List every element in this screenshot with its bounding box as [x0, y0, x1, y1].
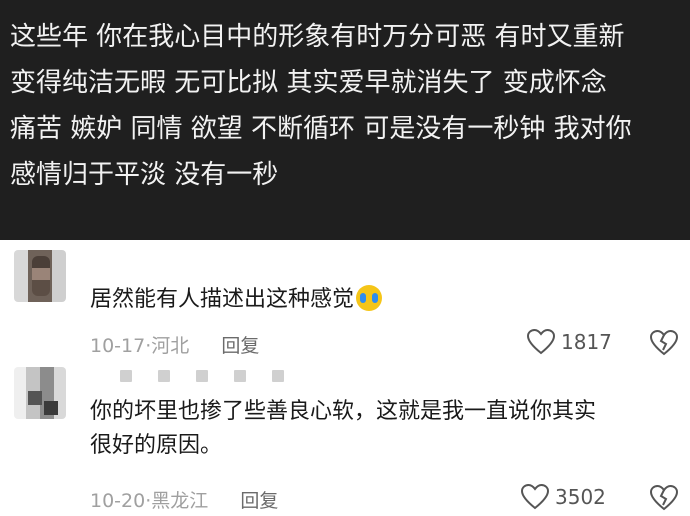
comment-item: 你的坏里也掺了些善良心软，这就是我一直说你其实 很好的原因。 10-20·黑龙江… [0, 365, 690, 516]
comment-location: 黑龙江 [151, 490, 209, 512]
crying-face-emoji-icon [356, 285, 383, 311]
comment-item: 居然能有人描述出这种感觉 10-17·河北 回复 1817 [0, 240, 690, 365]
blurred-username [120, 367, 310, 386]
comment-location: 河北 [151, 335, 190, 357]
like-count: 3502 [555, 485, 606, 509]
comment-body: 居然能有人描述出这种感觉 [90, 287, 355, 312]
reply-button[interactable]: 回复 [240, 490, 278, 512]
like-button[interactable]: 1817 [527, 329, 612, 355]
heart-icon [527, 329, 555, 355]
comment-text: 居然能有人描述出这种感觉 [90, 283, 383, 317]
comment-meta: 10-17·河北 回复 [90, 331, 259, 358]
avatar[interactable] [14, 367, 66, 419]
broken-heart-icon [649, 329, 679, 356]
avatar[interactable] [14, 250, 66, 302]
comment-date: 10-20 [90, 490, 146, 512]
like-button[interactable]: 3502 [521, 484, 606, 510]
heart-icon [521, 484, 549, 510]
broken-heart-icon [649, 484, 679, 511]
reply-button[interactable]: 回复 [221, 335, 259, 357]
post-text: 这些年 你在我心目中的形象有时万分可恶 有时又重新 变得纯洁无暇 无可比拟 其实… [10, 22, 632, 190]
comment-date: 10-17 [90, 335, 146, 357]
dislike-button[interactable] [649, 329, 679, 360]
comment-meta: 10-20·黑龙江 回复 [90, 486, 278, 513]
post-card: 这些年 你在我心目中的形象有时万分可恶 有时又重新 变得纯洁无暇 无可比拟 其实… [0, 0, 690, 240]
like-count: 1817 [561, 330, 612, 354]
comment-text: 你的坏里也掺了些善良心软，这就是我一直说你其实 很好的原因。 [90, 399, 597, 458]
dislike-button[interactable] [649, 484, 679, 515]
